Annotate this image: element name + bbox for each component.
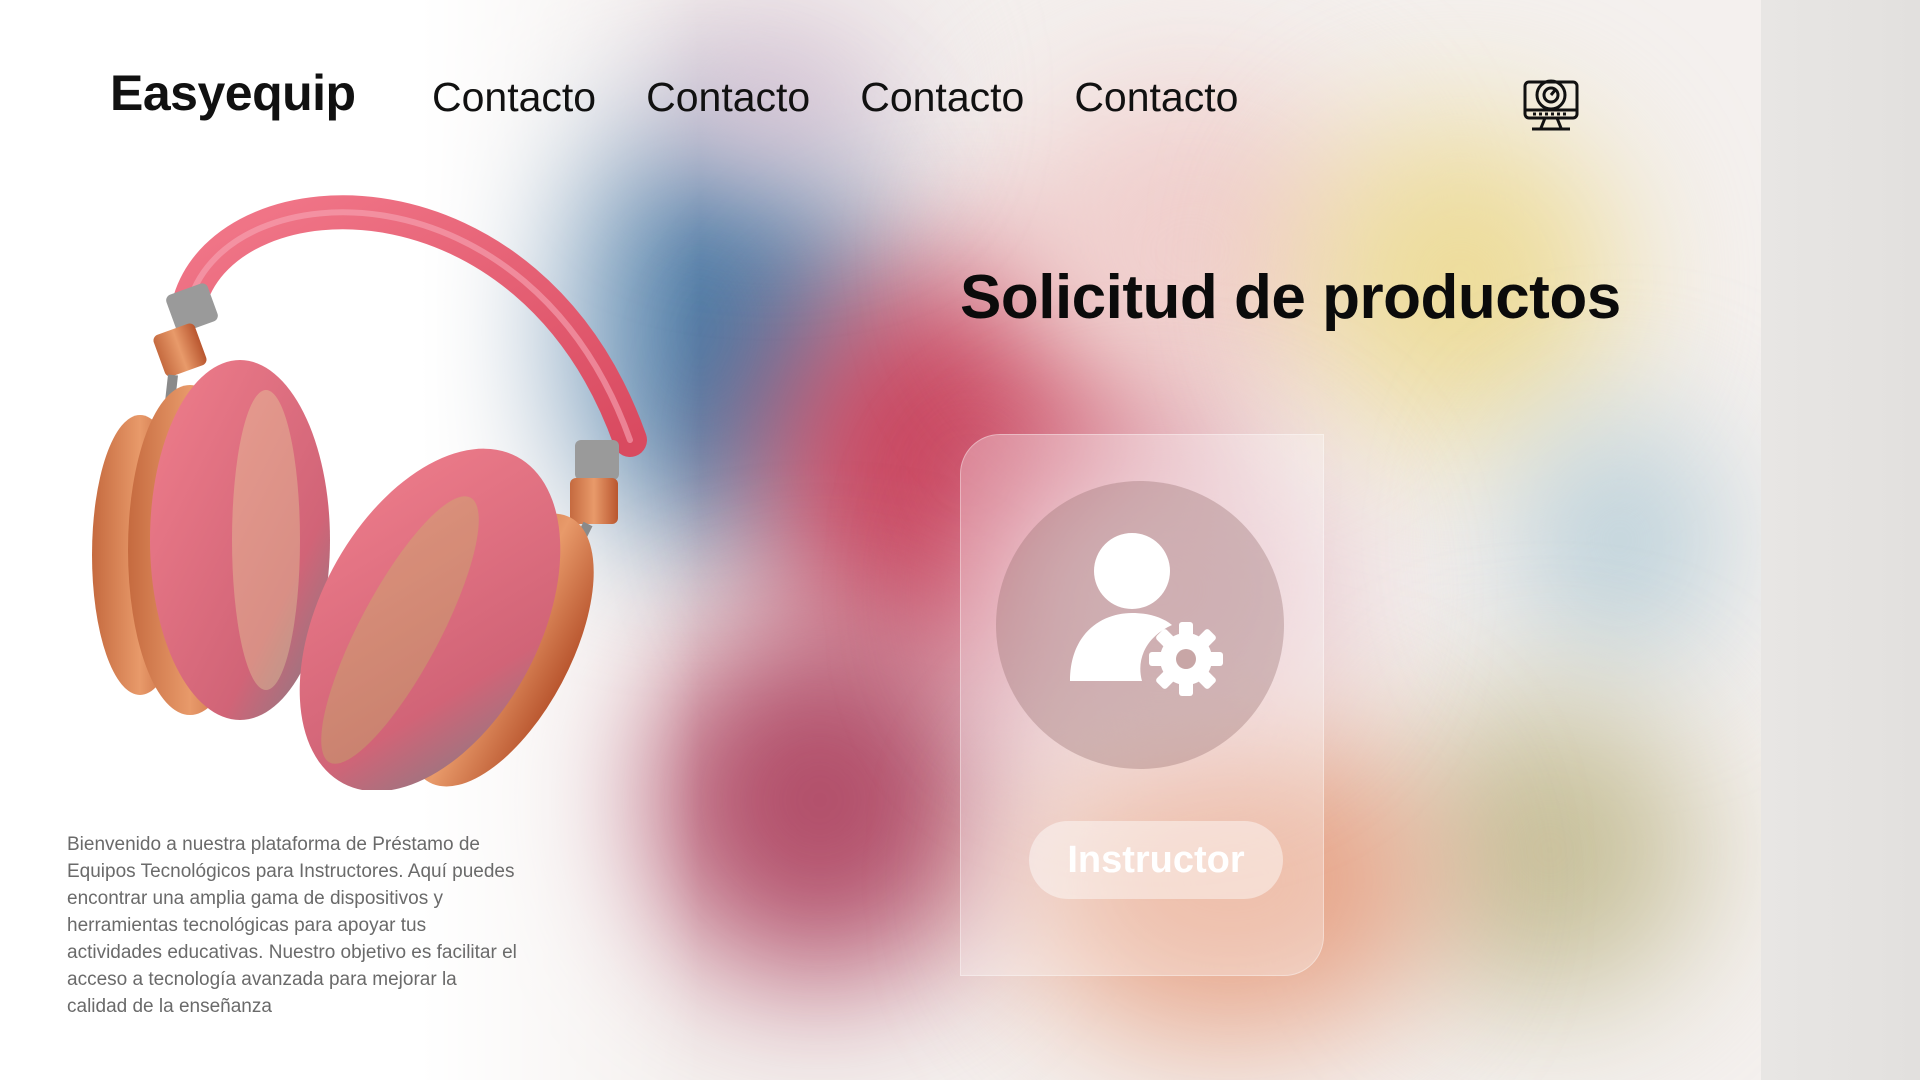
headphones-illustration	[70, 180, 650, 792]
user-gear-icon	[1070, 533, 1223, 696]
instructor-button[interactable]: Instructor	[1029, 821, 1283, 899]
role-card-instructor[interactable]: Instructor	[960, 434, 1324, 976]
nav-item-contacto-2[interactable]: Contacto	[646, 74, 810, 121]
monitor-gauge-icon[interactable]	[1522, 72, 1580, 134]
nav-item-contacto-1[interactable]: Contacto	[432, 74, 596, 121]
brand-logo[interactable]: Easyequip	[110, 64, 356, 122]
nav-item-contacto-3[interactable]: Contacto	[860, 74, 1024, 121]
nav-item-contacto-4[interactable]: Contacto	[1074, 74, 1238, 121]
page-title: Solicitud de productos	[960, 263, 1621, 332]
main-nav: Contacto Contacto Contacto Contacto	[432, 74, 1238, 121]
avatar	[996, 481, 1284, 769]
welcome-description: Bienvenido a nuestra plataforma de Prést…	[67, 834, 517, 1017]
